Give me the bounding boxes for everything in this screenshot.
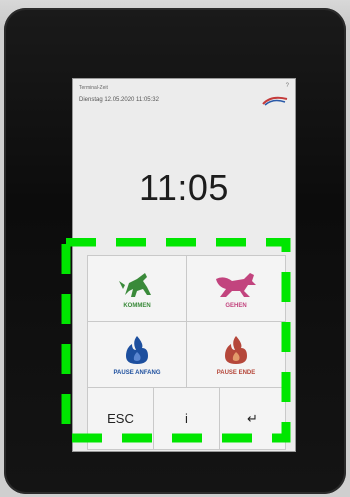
esc-button[interactable]: ESC [88, 388, 154, 450]
pause-ende-button[interactable]: PAUSE ENDE [187, 322, 286, 388]
booking-pad: KOMMEN GEHEN PAUSE ANFANG PAUSE ENDE ESC… [87, 255, 286, 450]
pause-anfang-label: PAUSE ANFANG [113, 369, 161, 376]
gehen-label: GEHEN [225, 302, 247, 309]
key-row: ESC i ↵ [88, 388, 286, 450]
gehen-button[interactable]: GEHEN [187, 256, 286, 322]
help-icon[interactable]: ? [286, 83, 289, 89]
brand-logo-icon [262, 96, 288, 106]
pause-anfang-button[interactable]: PAUSE ANFANG [88, 322, 187, 388]
terminal-device: Terminal-Zeit Dienstag 12.05.2020 11:05:… [4, 8, 346, 494]
kommen-button[interactable]: KOMMEN [88, 256, 187, 322]
leave-animal-icon [216, 272, 256, 297]
device-name: Terminal-Zeit [79, 85, 108, 91]
pause-start-flame-icon [126, 335, 148, 364]
clock-display: 11:05 [139, 167, 229, 208]
status-bar: Terminal-Zeit Dienstag 12.05.2020 11:05:… [73, 79, 295, 129]
pause-end-flame-icon [225, 335, 247, 364]
pause-ende-label: PAUSE ENDE [216, 369, 256, 376]
enter-button[interactable]: ↵ [220, 388, 286, 450]
kommen-label: KOMMEN [123, 302, 151, 309]
arrive-animal-icon [119, 272, 151, 297]
touch-screen: Terminal-Zeit Dienstag 12.05.2020 11:05:… [72, 78, 296, 452]
datetime-label: Dienstag 12.05.2020 11:05:32 [79, 97, 159, 103]
info-button[interactable]: i [154, 388, 220, 450]
